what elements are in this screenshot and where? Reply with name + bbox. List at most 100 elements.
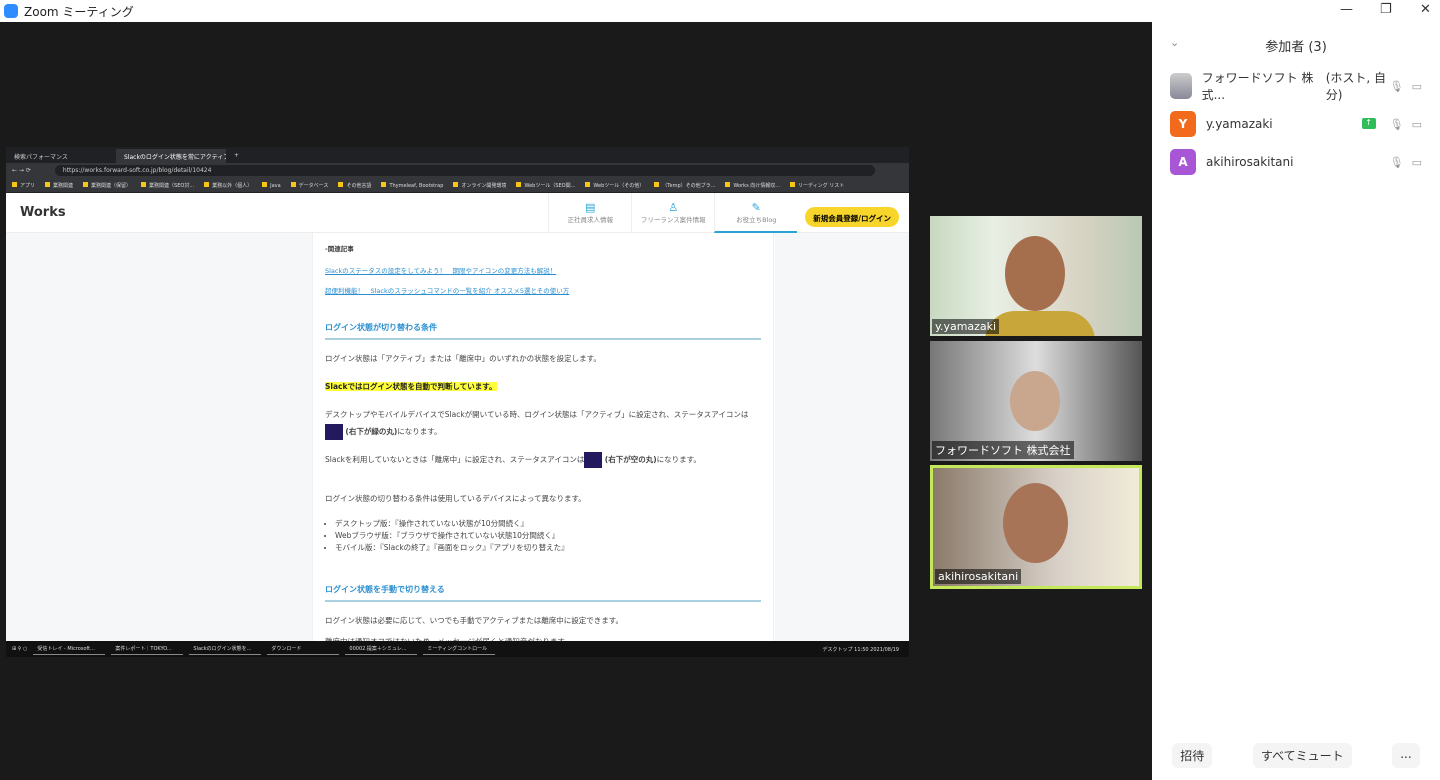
participant-name: フォワードソフト 株式...: [1201, 71, 1314, 102]
close-button[interactable]: ✕: [1420, 2, 1431, 17]
participant-row[interactable]: A akihirosakitani 🎙 ▭: [1152, 143, 1440, 181]
taskbar-item[interactable]: 00002.提案＋シミュレ...: [345, 643, 418, 655]
slack-active-avatar-icon: [325, 424, 343, 440]
list-item: デスクトップ版：『操作されていない状態が10分間続く』: [335, 518, 761, 530]
text: Slackを利用していないときは「離席中」に設定され、ステータスアイコンは: [325, 455, 585, 464]
participant-row[interactable]: フォワードソフト 株式... (ホスト, 自分) 🎙 ▭: [1152, 67, 1440, 105]
window-title: Zoom ミーティング: [24, 4, 134, 19]
paragraph: デスクトップやモバイルデバイスでSlackが開いている時、ログイン状態は「アクテ…: [325, 406, 761, 440]
bookmark[interactable]: 業務以外（個人）: [204, 182, 252, 189]
browser-tab-active[interactable]: Slackのログイン状態を常にアクティブ: [116, 149, 226, 163]
address-bar-row: ← → ⟳ https://works.forward-soft.co.jp/b…: [6, 163, 909, 178]
browser-tab[interactable]: 検索パフォーマンス: [6, 149, 116, 163]
restore-button[interactable]: ❐: [1380, 2, 1392, 17]
window-titlebar: Zoom ミーティング — ❐ ✕: [0, 0, 1440, 22]
video-name-label: フォワードソフト 株式会社: [932, 441, 1074, 459]
browser-tabs: 検索パフォーマンス Slackのログイン状態を常にアクティブ +: [6, 147, 909, 163]
microphone-icon[interactable]: 🎙: [1390, 118, 1404, 131]
nav-jobs[interactable]: ▤ 正社員求人情報: [548, 192, 631, 233]
person-icon: ♙: [668, 200, 679, 214]
clock-time: 11:50: [854, 646, 869, 653]
text: (右下が空の丸): [604, 455, 657, 464]
avatar: A: [1170, 149, 1196, 175]
nav-label: フリーランス案件情報: [640, 215, 706, 224]
bookmark[interactable]: データベース: [291, 182, 329, 189]
video-tile-active-speaker[interactable]: akihirosakitani: [930, 465, 1142, 589]
video-camera-icon[interactable]: ▭: [1412, 118, 1422, 131]
bookmark[interactable]: Works 向け情報収...: [725, 182, 780, 189]
video-camera-icon[interactable]: ▭: [1412, 80, 1422, 93]
mute-all-button[interactable]: すべてミュート: [1252, 743, 1352, 768]
paragraph: ログイン状態は「アクティブ」または「離席中」のいずれかの状態を設定します。: [325, 354, 601, 363]
participant-role: (ホスト, 自分): [1325, 71, 1387, 102]
participants-panel: ⌄ 参加者 (3) フォワードソフト 株式... (ホスト, 自分) 🎙 ▭ Y …: [1152, 22, 1440, 780]
more-button[interactable]: ...: [1392, 743, 1420, 768]
related-title: -関連記事: [325, 245, 354, 253]
url-input[interactable]: https://works.forward-soft.co.jp/blog/de…: [54, 165, 875, 176]
article-body: -関連記事 Slackのステータスの設定をしてみよう！ 期限やアイコンの変更方法…: [312, 233, 774, 657]
participant-video: [1010, 371, 1060, 431]
new-tab-button[interactable]: +: [226, 149, 246, 163]
avatar: [1170, 73, 1192, 99]
page-left-gutter: [6, 233, 312, 657]
participant-video: [1003, 483, 1068, 563]
bookmark[interactable]: 業務関連（保留）: [83, 182, 131, 189]
microphone-icon[interactable]: 🎙: [1390, 80, 1404, 93]
video-tile[interactable]: フォワードソフト 株式会社: [930, 341, 1142, 461]
section-heading: ログイン状態を手動で切り替える: [325, 584, 761, 602]
bookmark[interactable]: Webツール（その他）: [585, 182, 644, 189]
minimize-button[interactable]: —: [1340, 2, 1353, 17]
list-item: Webブラウザ版：『ブラウザで操作されていない状態10分間続く』: [335, 530, 761, 542]
taskbar-item[interactable]: ミーティングコントロール: [423, 643, 496, 655]
chevron-down-icon[interactable]: ⌄: [1170, 36, 1179, 49]
document-icon: ▤: [585, 200, 596, 214]
bookmark[interactable]: 業務関連（SEO対...: [141, 182, 194, 189]
nav-freelance[interactable]: ♙ フリーランス案件情報: [631, 192, 714, 233]
highlight-text: Slackではログイン状態を自動で判断しています。: [325, 382, 497, 391]
taskbar-item[interactable]: 受信トレイ - Microsoft...: [33, 643, 106, 655]
slack-away-avatar-icon: [584, 452, 603, 468]
nav-blog[interactable]: ✎ お役立ちBlog: [714, 192, 798, 233]
page-right-gutter: [775, 233, 909, 657]
edit-icon: ✎: [751, 200, 761, 214]
clock-date: 2021/08/19: [870, 646, 899, 653]
taskbar-item[interactable]: Slackのログイン状態を...: [189, 643, 262, 655]
screen-share-icon: ↑: [1361, 117, 1376, 129]
start-icon[interactable]: ⊞ ⚲ ○: [12, 646, 27, 652]
participant-name: akihirosakitani: [1206, 155, 1294, 169]
desktop-label[interactable]: デスクトップ: [823, 647, 853, 653]
taskbar-item[interactable]: ダウンロード: [267, 643, 340, 655]
section-heading: ログイン状態が切り替わる条件: [325, 322, 761, 340]
video-tile[interactable]: y.yamazaki: [930, 216, 1142, 336]
signup-login-button[interactable]: 新規会員登録/ログイン: [805, 207, 899, 227]
text: になります。: [397, 427, 442, 436]
bookmark[interactable]: オンライン開発環境: [453, 182, 506, 189]
related-link[interactable]: 超便利機能！ Slackのスラッシュコマンドの一覧を紹介 オススメ5選とその使い…: [325, 287, 569, 295]
conditions-list: デスクトップ版：『操作されていない状態が10分間続く』 Webブラウザ版：『ブラ…: [335, 518, 761, 554]
bookmark[interactable]: リーディング リスト: [790, 182, 844, 189]
nav-arrows-icon[interactable]: ← → ⟳: [12, 167, 31, 174]
invite-button[interactable]: 招待: [1172, 743, 1213, 768]
list-item: モバイル版：『Slackの終了』『画面をロック』『アプリを切り替えた』: [335, 542, 761, 554]
related-link[interactable]: Slackのステータスの設定をしてみよう！ 期限やアイコンの変更方法も解説！: [325, 267, 556, 275]
shared-screen: 検索パフォーマンス Slackのログイン状態を常にアクティブ + ← → ⟳ h…: [6, 147, 909, 657]
bookmark[interactable]: その他言語: [338, 182, 371, 189]
bookmark[interactable]: Java: [262, 182, 281, 189]
nav-label: 正社員求人情報: [567, 215, 614, 224]
video-name-label: akihirosakitani: [935, 569, 1022, 584]
bookmark[interactable]: Webツール（SEO関...: [516, 182, 575, 189]
bookmark[interactable]: アプリ: [12, 182, 35, 189]
text: デスクトップやモバイルデバイスでSlackが開いている時、ログイン状態は「アクテ…: [325, 410, 749, 419]
bookmark[interactable]: （Temp）その他ブラ...: [654, 182, 715, 189]
taskbar-item[interactable]: 案件レポート｜TOKYO...: [111, 643, 184, 655]
text: になります。: [656, 455, 701, 464]
avatar: Y: [1170, 111, 1196, 137]
bookmark[interactable]: Thymeleaf, Bootstrap: [381, 182, 443, 189]
microphone-icon[interactable]: 🎙: [1390, 156, 1404, 169]
site-logo[interactable]: Works: [20, 205, 66, 220]
participant-row[interactable]: Y y.yamazaki ↑ 🎙 ▭: [1152, 105, 1440, 143]
video-camera-icon[interactable]: ▭: [1412, 156, 1422, 169]
bookmark[interactable]: 業務関連: [45, 182, 73, 189]
bookmarks-bar: アプリ 業務関連 業務関連（保留） 業務関連（SEO対... 業務以外（個人） …: [6, 178, 909, 193]
site-header: Works ▤ 正社員求人情報 ♙ フリーランス案件情報 ✎ お役立ちBlog 新規会…: [6, 192, 909, 233]
